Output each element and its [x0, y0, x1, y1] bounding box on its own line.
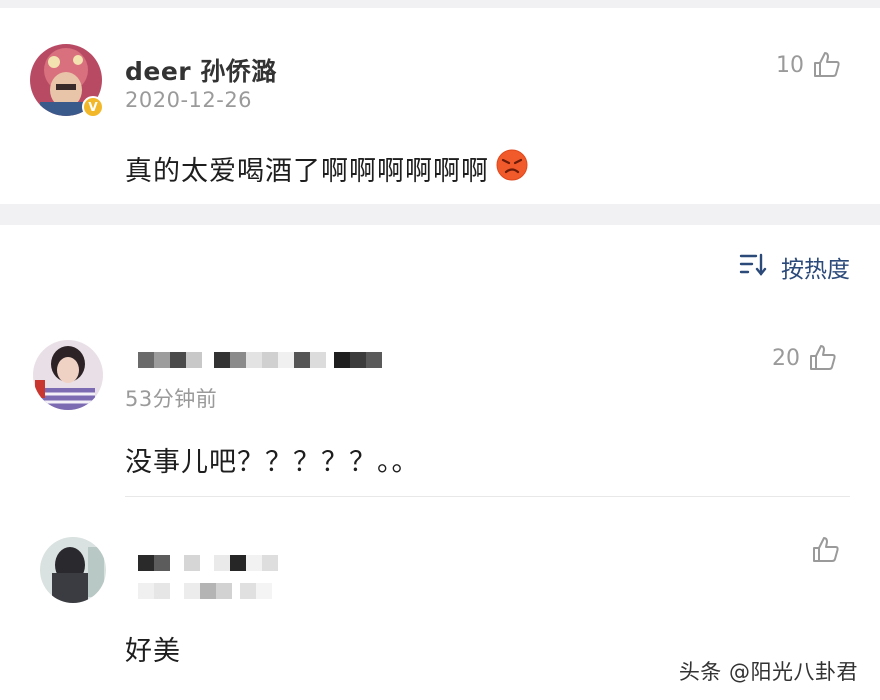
like-count: 20: [772, 345, 800, 371]
post-text: 真的太爱喝酒了啊啊啊啊啊啊: [125, 148, 529, 189]
verified-badge: V: [82, 96, 104, 118]
comment-divider: [125, 496, 850, 497]
angry-face-emoji-icon: [495, 148, 529, 189]
comment-text: 好美: [125, 636, 181, 667]
sort-by-hot-button[interactable]: 按热度: [739, 250, 850, 284]
blurred-username[interactable]: [138, 555, 278, 571]
like-count: 10: [776, 52, 804, 78]
comments-section: 按热度 53分钟前 20 没事儿吧？？？？？。。 好美 头条 @阳光八卦君: [0, 225, 880, 700]
thumbs-up-icon: [812, 50, 842, 80]
watermark: 头条 @阳光八卦君: [678, 660, 858, 684]
post-card: V deer 孙侨潞 2020-12-26 10 真的太爱喝酒了啊啊啊啊啊啊: [0, 8, 880, 204]
post-like-button[interactable]: 10: [776, 50, 842, 80]
comment-text: 没事儿吧？？？？？。。: [125, 447, 420, 478]
commenter-avatar[interactable]: [40, 537, 106, 603]
thumbs-up-icon: [808, 343, 838, 373]
author-name[interactable]: deer 孙侨潞: [125, 52, 277, 88]
comment-like-button[interactable]: [811, 535, 841, 565]
blurred-username[interactable]: [138, 352, 382, 368]
post-text-body: 真的太爱喝酒了啊啊啊啊啊啊: [125, 156, 489, 187]
post-date: 2020-12-26: [125, 88, 253, 112]
sort-icon: [739, 251, 769, 283]
comment-like-button[interactable]: 20: [772, 343, 838, 373]
blurred-time: [138, 583, 272, 599]
commenter-avatar[interactable]: [33, 340, 103, 410]
sort-label: 按热度: [781, 257, 850, 283]
comment-time: 53分钟前: [125, 387, 218, 411]
thumbs-up-icon: [811, 535, 841, 565]
